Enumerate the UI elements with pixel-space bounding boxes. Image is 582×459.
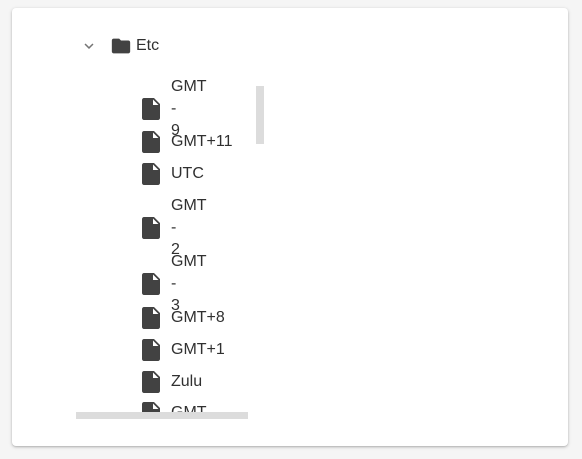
file-icon [142, 273, 160, 295]
file-icon [142, 98, 160, 120]
chevron-down-icon[interactable] [80, 37, 98, 55]
tree-viewport[interactable]: Etc GMT- 9 GMT+11 UTC GMT- 2 GMT- 3 GMT+8 [76, 28, 264, 413]
tree-item[interactable]: GMT+11 [142, 131, 233, 153]
tree-node-etc[interactable]: Etc [76, 34, 159, 58]
tree-item-label: Zulu [171, 373, 203, 390]
tree-item-label: GMT+8 [171, 309, 225, 326]
tree-item-label: GMT+1 [171, 341, 225, 358]
tree-item[interactable]: GMT+1 [142, 339, 225, 361]
tree-item[interactable]: Zulu [142, 371, 202, 393]
tree-node-label: Etc [136, 37, 160, 54]
tree-item-label: UTC [171, 165, 204, 182]
file-icon [142, 131, 160, 153]
vertical-scrollbar[interactable] [256, 86, 264, 144]
tree-item-label: GMT+11 [171, 133, 233, 150]
folder-icon [111, 38, 131, 54]
file-icon [142, 371, 160, 393]
tree-item[interactable]: GMT+8 [142, 307, 225, 329]
horizontal-scrollbar[interactable] [76, 412, 248, 419]
file-icon [142, 163, 160, 185]
tree-panel: Etc GMT- 9 GMT+11 UTC GMT- 2 GMT- 3 GMT+8 [12, 8, 568, 446]
file-icon [142, 217, 160, 239]
tree-item[interactable]: UTC [142, 163, 204, 185]
file-icon [142, 339, 160, 361]
file-icon [142, 307, 160, 329]
